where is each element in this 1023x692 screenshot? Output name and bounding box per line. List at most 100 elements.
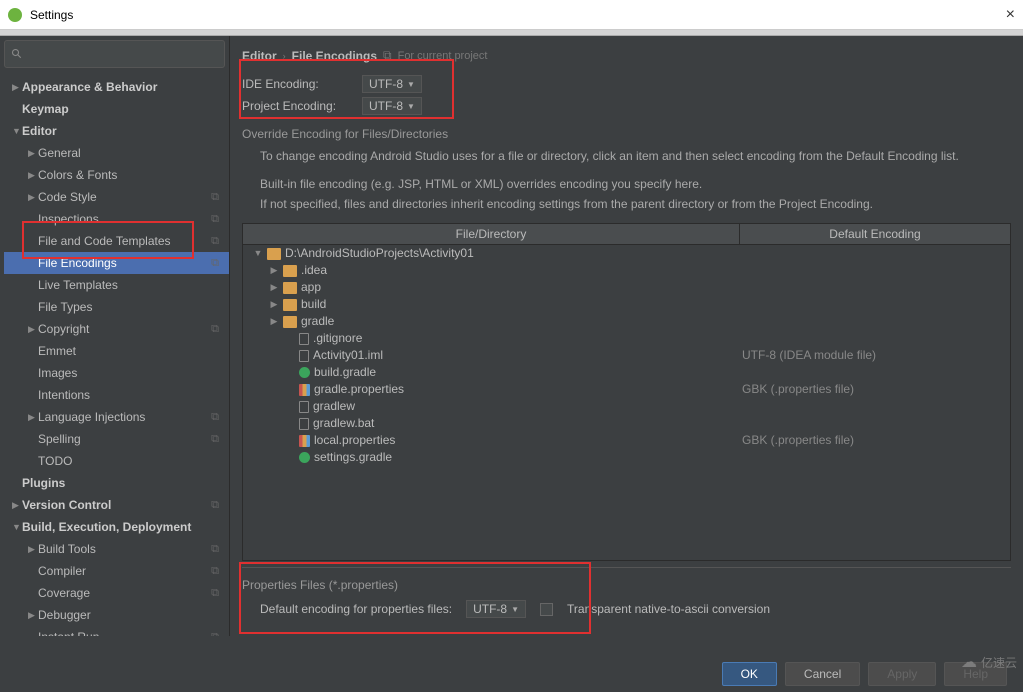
table-row[interactable]: Activity01.iml UTF-8 (IDEA module file): [243, 347, 1010, 364]
file-icon: [299, 418, 309, 430]
sidebar-item-label: Coverage: [38, 584, 211, 602]
ok-button[interactable]: OK: [722, 662, 777, 686]
sidebar-item-editor[interactable]: ▼Editor: [4, 120, 229, 142]
tree-arrow-icon: ▼: [253, 245, 263, 262]
sidebar-item-file-and-code-templates[interactable]: File and Code Templates⧉: [4, 230, 229, 252]
scope-icon: ⧉: [211, 430, 219, 448]
search-input[interactable]: [4, 40, 225, 68]
override-desc2: Built-in file encoding (e.g. JSP, HTML o…: [260, 175, 1011, 193]
sidebar-item-emmet[interactable]: Emmet: [4, 340, 229, 362]
ide-encoding-dropdown[interactable]: UTF-8▼: [362, 75, 422, 93]
tree-arrow-icon: ▶: [269, 262, 279, 279]
override-desc1: To change encoding Android Studio uses f…: [260, 147, 1011, 165]
transparent-checkbox[interactable]: [540, 603, 553, 616]
file-name: .gitignore: [313, 330, 362, 347]
table-row[interactable]: local.propertiesGBK (.properties file): [243, 432, 1010, 449]
sidebar-item-language-injections[interactable]: ▶Language Injections⧉: [4, 406, 229, 428]
sidebar-item-keymap[interactable]: Keymap: [4, 98, 229, 120]
table-row[interactable]: gradlew.bat: [243, 415, 1010, 432]
sidebar-item-general[interactable]: ▶General: [4, 142, 229, 164]
scope-icon: ⧉: [211, 210, 219, 228]
sidebar-item-label: Build Tools: [38, 540, 211, 558]
properties-heading: Properties Files (*.properties): [242, 578, 1011, 592]
sidebar-item-build-tools[interactable]: ▶Build Tools⧉: [4, 538, 229, 560]
scope-icon: ⧉: [211, 408, 219, 426]
table-row[interactable]: ▶gradle: [243, 313, 1010, 330]
sidebar-item-appearance-behavior[interactable]: ▶Appearance & Behavior: [4, 76, 229, 98]
table-row[interactable]: ▶ build: [243, 296, 1010, 313]
file-name: .idea: [301, 262, 327, 279]
tree-arrow-icon: ▶: [28, 606, 38, 624]
scope-icon: ⧉: [211, 232, 219, 250]
folder-icon: [267, 248, 281, 260]
sidebar-item-images[interactable]: Images: [4, 362, 229, 384]
folder-icon: [283, 316, 297, 328]
sidebar-item-version-control[interactable]: ▶Version Control⧉: [4, 494, 229, 516]
properties-encoding-dropdown[interactable]: UTF-8▼: [466, 600, 526, 618]
table-body[interactable]: ▼ D:\AndroidStudioProjects\Activity01 ▶ .id…: [243, 245, 1010, 560]
apply-button[interactable]: Apply: [868, 662, 936, 686]
table-row[interactable]: build.gradle: [243, 364, 1010, 381]
sidebar-item-label: Compiler: [38, 562, 211, 580]
tree-arrow-icon: ▶: [28, 540, 38, 558]
sidebar-item-inspections[interactable]: Inspections⧉: [4, 208, 229, 230]
window-title: Settings: [30, 8, 73, 22]
col-default-encoding[interactable]: Default Encoding: [740, 224, 1010, 244]
sidebar-item-todo[interactable]: TODO: [4, 450, 229, 472]
tree-arrow-icon: ▶: [269, 279, 279, 296]
scope-icon: ⧉: [211, 562, 219, 580]
sidebar-item-file-encodings[interactable]: File Encodings⧉: [4, 252, 229, 274]
sidebar-item-code-style[interactable]: ▶Code Style⧉: [4, 186, 229, 208]
sidebar-item-label: Inspections: [38, 210, 211, 228]
table-row[interactable]: gradle.propertiesGBK (.properties file): [243, 381, 1010, 398]
file-name: D:\AndroidStudioProjects\Activity01: [285, 245, 474, 262]
transparent-label: Transparent native-to-ascii conversion: [567, 602, 770, 616]
project-encoding-dropdown[interactable]: UTF-8▼: [362, 97, 422, 115]
table-row[interactable]: settings.gradle: [243, 449, 1010, 466]
sidebar-item-instant-run[interactable]: Instant Run⧉: [4, 626, 229, 636]
sidebar-item-label: Editor: [22, 122, 225, 140]
tree-arrow-icon: ▶: [28, 144, 38, 162]
file-icon: [299, 401, 309, 413]
content-panel: Editor › File Encodings ⧉ For current pr…: [230, 36, 1023, 636]
tree-arrow-icon: ▶: [28, 320, 38, 338]
file-name: build: [301, 296, 326, 313]
tree-arrow-icon: ▶: [269, 296, 279, 313]
sidebar-item-build-execution-deployment[interactable]: ▼Build, Execution, Deployment: [4, 516, 229, 538]
sidebar-item-label: Emmet: [38, 342, 225, 360]
table-row[interactable]: ▼ D:\AndroidStudioProjects\Activity01: [243, 245, 1010, 262]
close-icon[interactable]: ×: [1006, 6, 1015, 24]
breadcrumb: Editor › File Encodings ⧉ For current pr…: [242, 44, 1011, 73]
col-file-directory[interactable]: File/Directory: [243, 224, 740, 244]
sidebar-item-copyright[interactable]: ▶Copyright⧉: [4, 318, 229, 340]
sidebar-item-label: Code Style: [38, 188, 211, 206]
tree-arrow-icon: ▶: [12, 78, 22, 96]
propfile-icon: [299, 384, 310, 396]
override-desc3: If not specified, files and directories …: [260, 195, 1011, 213]
table-row[interactable]: gradlew: [243, 398, 1010, 415]
settings-tree[interactable]: ▶Appearance & BehaviorKeymap▼Editor▶Gene…: [0, 72, 229, 636]
table-row[interactable]: ▶ app: [243, 279, 1010, 296]
project-scope-icon: ⧉: [383, 48, 392, 63]
file-name: app: [301, 279, 321, 296]
sidebar: ▶Appearance & BehaviorKeymap▼Editor▶Gene…: [0, 36, 230, 636]
table-row[interactable]: ▶ .idea: [243, 262, 1010, 279]
sidebar-item-intentions[interactable]: Intentions: [4, 384, 229, 406]
sidebar-item-spelling[interactable]: Spelling⧉: [4, 428, 229, 450]
sidebar-item-label: Instant Run: [38, 628, 211, 636]
scope-icon: ⧉: [211, 540, 219, 558]
file-name: Activity01.iml: [313, 347, 383, 364]
file-name: local.properties: [314, 432, 395, 449]
encoding-value: UTF-8 (IDEA module file): [736, 347, 1006, 364]
sidebar-item-label: File and Code Templates: [38, 232, 211, 250]
sidebar-item-coverage[interactable]: Coverage⧉: [4, 582, 229, 604]
sidebar-item-debugger[interactable]: ▶Debugger: [4, 604, 229, 626]
table-row[interactable]: .gitignore: [243, 330, 1010, 347]
sidebar-item-live-templates[interactable]: Live Templates: [4, 274, 229, 296]
sidebar-item-colors-fonts[interactable]: ▶Colors & Fonts: [4, 164, 229, 186]
sidebar-item-file-types[interactable]: File Types: [4, 296, 229, 318]
sidebar-item-compiler[interactable]: Compiler⧉: [4, 560, 229, 582]
sidebar-item-plugins[interactable]: Plugins: [4, 472, 229, 494]
cancel-button[interactable]: Cancel: [785, 662, 860, 686]
watermark-icon: ☁: [961, 652, 977, 672]
